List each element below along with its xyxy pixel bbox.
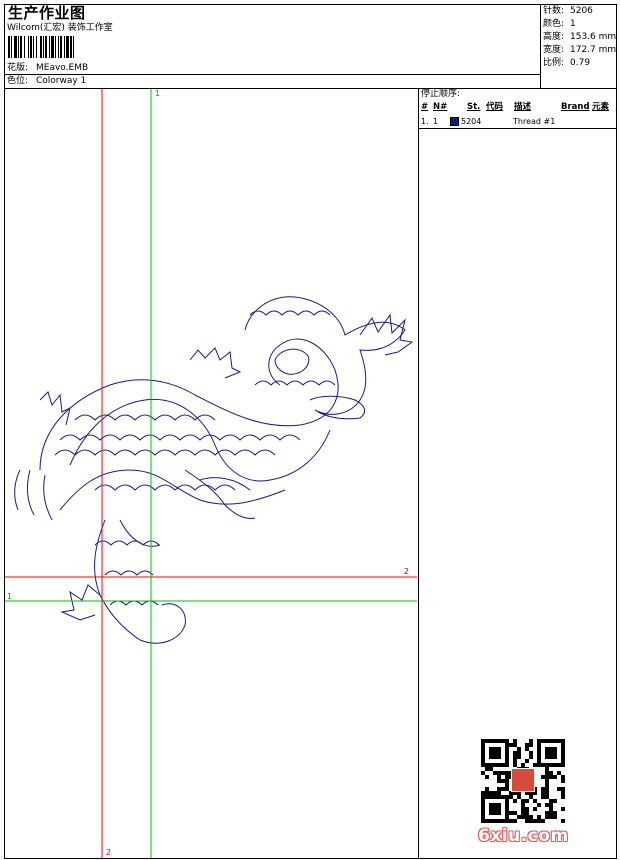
design-preview <box>5 89 417 858</box>
dragon-belly <box>59 469 286 511</box>
watermark-site: 6xiu.com <box>478 826 569 846</box>
dragon-tail <box>94 519 186 644</box>
red-guide-label-bottom: 2 <box>106 848 112 857</box>
dragon-scale-band-2 <box>54 449 276 456</box>
green-guide-label-top: 1 <box>155 89 161 98</box>
dragon-scale-band <box>59 434 301 441</box>
dragon-scale-band-5 <box>254 380 336 386</box>
dragon-lower-legs <box>119 469 256 547</box>
seal-stamp <box>511 768 535 792</box>
dragon-left-whisker <box>14 469 53 521</box>
green-guide-label-left: 1 <box>7 592 13 601</box>
dragon-jaw <box>309 395 366 420</box>
red-guide-label-right: 2 <box>404 567 410 576</box>
dragon-scale-band-8 <box>104 570 159 606</box>
dragon-eye-ring <box>274 348 310 375</box>
dragon-scale-band-6 <box>94 484 236 491</box>
dragon-front-claw <box>189 347 242 379</box>
dragon-scale-band-7 <box>94 540 160 546</box>
dragon-tail-fin <box>60 584 101 621</box>
dragon-rear-claw <box>39 391 71 426</box>
dragon-mane <box>359 313 414 356</box>
dragon-scale-band-4 <box>249 310 331 316</box>
dragon-scale-band-3 <box>74 414 216 421</box>
